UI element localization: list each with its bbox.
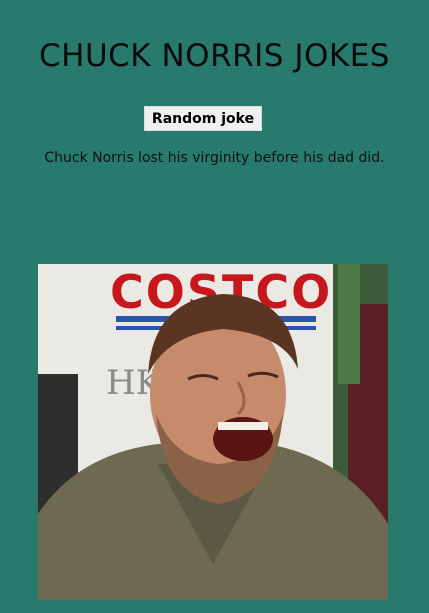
page-title: CHUCK NORRIS JOKES	[39, 38, 390, 74]
random-joke-button[interactable]: Random joke	[144, 106, 262, 131]
chuck-norris-photo: COSTCO HK	[38, 264, 388, 600]
joke-text: Chuck Norris lost his virginity before h…	[44, 150, 385, 166]
